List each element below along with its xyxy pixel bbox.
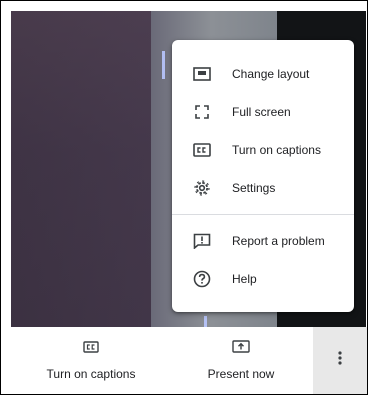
menu-item-label: Settings [232, 181, 276, 195]
menu-item-report-problem[interactable]: Report a problem [172, 222, 354, 260]
fullscreen-icon [172, 105, 232, 119]
video-background-left [11, 11, 161, 327]
menu-item-label: Help [232, 272, 257, 286]
more-options-button[interactable] [313, 327, 367, 394]
captions-icon [172, 143, 232, 157]
menu-item-label: Turn on captions [232, 143, 321, 157]
bottom-toolbar: Turn on captions Present now [1, 327, 367, 394]
options-menu: Change layout Full screen Turn on captio… [172, 40, 354, 312]
menu-item-full-screen[interactable]: Full screen [172, 93, 354, 131]
present-now-label: Present now [207, 367, 275, 381]
video-light-streak [162, 51, 165, 79]
report-problem-icon [172, 233, 232, 249]
help-icon [172, 270, 232, 288]
meeting-window: Change layout Full screen Turn on captio… [0, 0, 368, 395]
menu-item-settings[interactable]: Settings [172, 169, 354, 207]
video-light-streak-2 [204, 316, 207, 327]
captions-button[interactable]: Turn on captions [31, 327, 151, 394]
menu-divider [172, 214, 354, 215]
captions-button-label: Turn on captions [46, 367, 136, 381]
gear-icon [172, 179, 232, 197]
layout-icon [172, 67, 232, 81]
menu-item-label: Report a problem [232, 234, 325, 248]
present-icon [232, 340, 250, 358]
menu-item-label: Change layout [232, 67, 310, 81]
menu-item-captions[interactable]: Turn on captions [172, 131, 354, 169]
more-vert-icon [338, 351, 342, 370]
captions-icon [83, 340, 99, 358]
menu-item-help[interactable]: Help [172, 260, 354, 298]
present-now-button[interactable]: Present now [191, 327, 291, 394]
menu-item-change-layout[interactable]: Change layout [172, 55, 354, 93]
menu-item-label: Full screen [232, 105, 291, 119]
